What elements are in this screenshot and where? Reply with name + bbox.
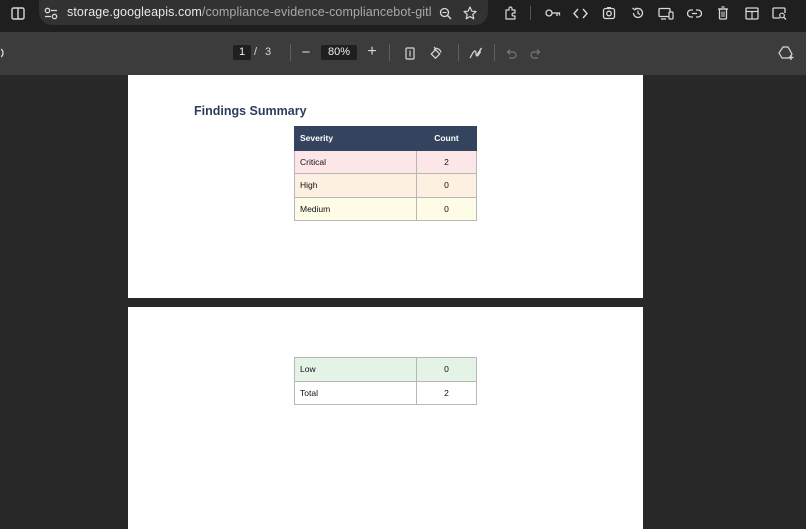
table-header-row: Severity Count xyxy=(294,126,477,151)
fit-page-icon[interactable] xyxy=(403,45,417,61)
draw-icon[interactable] xyxy=(468,45,484,61)
search-tab-icon[interactable] xyxy=(771,5,788,21)
zoom-icon[interactable] xyxy=(437,5,453,21)
undo-icon[interactable] xyxy=(504,45,518,61)
severity-cell: High xyxy=(294,173,417,198)
url-text[interactable]: storage.googleapis.com/compliance-eviden… xyxy=(67,5,431,19)
zoom-level-input[interactable]: 80% xyxy=(321,45,357,60)
severity-column-header: Severity xyxy=(294,126,417,151)
severity-cell: Total xyxy=(294,380,417,405)
page-separator: / xyxy=(254,46,258,58)
cast-devices-icon[interactable] xyxy=(657,5,675,21)
password-key-icon[interactable] xyxy=(544,5,561,21)
severity-cell: Critical xyxy=(294,149,417,174)
severity-cell: Low xyxy=(294,357,417,382)
browser-top-bar: storage.googleapis.com/compliance-eviden… xyxy=(0,0,806,32)
pdf-page-1: Findings Summary Severity Count Critical… xyxy=(128,75,643,298)
save-to-drive-icon[interactable] xyxy=(777,45,794,61)
severity-cell: Medium xyxy=(294,196,417,221)
table-row: Total 2 xyxy=(294,380,477,405)
bookmark-star-icon[interactable] xyxy=(462,4,478,21)
count-cell: 0 xyxy=(416,173,477,198)
devtools-code-icon[interactable] xyxy=(572,5,589,21)
table-row: Low 0 xyxy=(294,357,477,382)
history-icon[interactable] xyxy=(629,5,646,21)
reading-mode-icon[interactable] xyxy=(743,5,760,21)
rotate-icon[interactable] xyxy=(428,45,444,61)
url-host: storage.googleapis.com xyxy=(67,5,202,19)
findings-summary-heading: Findings Summary xyxy=(194,104,307,118)
findings-table: Severity Count Critical 2 High 0 Medium … xyxy=(294,126,477,221)
sidebar-edge-icon[interactable] xyxy=(0,46,6,60)
delete-icon[interactable] xyxy=(715,5,731,21)
extensions-icon[interactable] xyxy=(502,4,519,21)
findings-table-continued: Low 0 Total 2 xyxy=(294,357,477,405)
url-path: /compliance-evidence-compliancebot-gitla… xyxy=(201,5,431,19)
redo-icon[interactable] xyxy=(529,45,543,61)
page-total: 3 xyxy=(265,46,272,58)
table-row: Critical 2 xyxy=(294,149,477,174)
count-cell: 2 xyxy=(416,380,477,405)
count-cell: 0 xyxy=(416,196,477,221)
page-number-input[interactable]: 1 xyxy=(233,45,251,60)
link-icon[interactable] xyxy=(686,5,703,21)
pdf-toolbar-divider xyxy=(458,44,459,61)
zoom-in-button[interactable]: + xyxy=(365,43,379,60)
zoom-out-button[interactable]: − xyxy=(299,44,313,61)
site-info-icon[interactable] xyxy=(43,5,59,21)
count-cell: 0 xyxy=(416,357,477,382)
count-cell: 2 xyxy=(416,149,477,174)
pdf-toolbar-divider xyxy=(494,44,495,61)
pdf-toolbar-divider xyxy=(290,44,291,61)
split-view-icon[interactable] xyxy=(9,5,27,21)
pdf-toolbar-divider xyxy=(389,44,390,61)
count-column-header: Count xyxy=(416,126,477,151)
table-row: Medium 0 xyxy=(294,196,477,221)
toolbar-divider xyxy=(530,6,531,20)
table-row: High 0 xyxy=(294,173,477,198)
pdf-page-2: Low 0 Total 2 xyxy=(128,307,643,529)
screenshot-icon[interactable] xyxy=(600,5,617,21)
